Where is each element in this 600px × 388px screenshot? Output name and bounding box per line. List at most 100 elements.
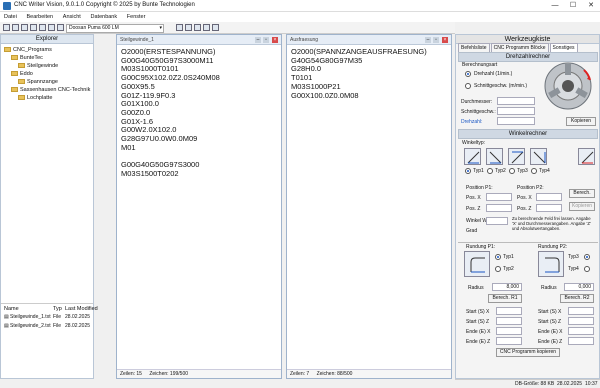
schnitt-label: Schnittgeschw.: <box>461 109 496 115</box>
editor-titlebar[interactable]: Steilgewinde_1 – ▫ × <box>117 35 281 45</box>
typ1-label: Typ1 <box>473 168 484 174</box>
file-icon: ▤ <box>4 314 9 320</box>
p1-startx-input[interactable] <box>496 307 522 315</box>
minimize-icon[interactable]: – <box>255 37 261 43</box>
p1-posx-label: Pos. X <box>466 195 481 201</box>
p1-posx-input[interactable] <box>486 193 512 201</box>
durchmesser-input[interactable] <box>497 97 535 105</box>
close-all-icon[interactable] <box>212 24 219 31</box>
editor-titlebar[interactable]: Ausfraesung – ▫ × <box>287 35 451 45</box>
p2-startx-label: Start (S) X <box>538 309 562 315</box>
maximize-icon[interactable]: ▫ <box>433 37 439 43</box>
p1-endez-input[interactable] <box>496 337 522 345</box>
menu-datenbank[interactable]: Datenbank <box>91 12 118 22</box>
editor-statusbar: Zeilen: 15 Zeichen: 199/500 <box>117 369 281 378</box>
calc-r2-button[interactable]: Berech. R2 <box>560 294 594 303</box>
angle-type2-icon[interactable] <box>486 148 503 165</box>
code-text[interactable]: O2000(SPANNZANGEAUSFRAESUNG) G40G54G80G9… <box>291 47 427 100</box>
file-modified: 28.02.2025 <box>65 323 91 329</box>
copy-program-button[interactable]: CNC Programm kopieren <box>496 348 560 357</box>
drehzahl-input[interactable] <box>497 117 535 125</box>
save-icon[interactable] <box>21 24 28 31</box>
db-size: DB-Größe: 88 KB <box>515 381 555 387</box>
radio-schnittgeschw[interactable] <box>465 83 471 89</box>
p1-endex-input[interactable] <box>496 327 522 335</box>
radio-rundung-typ4[interactable] <box>584 266 590 272</box>
files-header-type: Typ <box>53 306 62 312</box>
machine-select[interactable]: Doosan Puma 600 LM ▾ <box>66 23 164 33</box>
tree-item[interactable]: Lochplatte <box>18 95 52 101</box>
minimize-button[interactable]: — <box>546 0 564 12</box>
file-row[interactable]: ▤ Steilgewinde_2.txt File 28.02.2025 <box>2 322 93 330</box>
new-file-icon[interactable] <box>3 24 10 31</box>
menu-bearbeiten[interactable]: Bearbeiten <box>27 12 54 22</box>
tree-item[interactable]: Sassenhausen CNC-Technik <box>11 87 90 93</box>
folder-icon <box>18 63 25 68</box>
maximize-icon[interactable]: ▫ <box>263 37 269 43</box>
tree-item[interactable]: BunteTec <box>11 55 43 61</box>
calc-r1-button[interactable]: Berech. R1 <box>488 294 522 303</box>
radius-input-2[interactable]: 0,000 <box>564 283 594 291</box>
angle-type1-icon[interactable] <box>464 148 481 165</box>
p2-startz-input[interactable] <box>568 317 594 325</box>
search-icon[interactable] <box>48 24 55 31</box>
file-row[interactable]: ▤ Steilgewinde_1.txt File 28.02.2025 <box>2 313 93 321</box>
schnitt-input[interactable] <box>497 107 535 115</box>
tab-befehlsliste[interactable]: Befehlsliste <box>458 43 490 52</box>
p2-posz-input[interactable] <box>536 204 562 212</box>
menu-fenster[interactable]: Fenster <box>127 12 146 22</box>
radius-input-1[interactable]: 8,000 <box>492 283 522 291</box>
code-text[interactable]: O2000(ERSTESPANNUNG) G00G40G50G97S3000M1… <box>121 47 220 179</box>
editor-window-2[interactable]: Ausfraesung – ▫ × O2000(SPANNZANGEAUSFRA… <box>286 34 452 379</box>
radio-typ1[interactable] <box>465 168 471 174</box>
radio-rundung-typ2[interactable] <box>495 266 501 272</box>
p2-endex-input[interactable] <box>568 327 594 335</box>
radio-typ3[interactable] <box>509 168 515 174</box>
print-icon[interactable] <box>39 24 46 31</box>
window-horizontal-icon[interactable] <box>203 24 210 31</box>
close-icon[interactable]: × <box>272 37 278 43</box>
radio-rundung-typ3[interactable] <box>584 254 590 260</box>
open-folder-icon[interactable] <box>12 24 19 31</box>
minimize-icon[interactable]: – <box>425 37 431 43</box>
p1-startz-input[interactable] <box>496 317 522 325</box>
p2-endez-label: Ende (E) Z <box>538 339 563 345</box>
winkelw-input[interactable] <box>486 217 508 225</box>
editor-window-1[interactable]: Steilgewinde_1 – ▫ × O2000(ERSTESPANNUNG… <box>116 34 282 379</box>
radio-rundung-typ1[interactable] <box>495 254 501 260</box>
drehzahl-copy-button[interactable]: Kopieren <box>566 117 596 126</box>
rundung-p1-label: Rundung P1: <box>466 244 496 250</box>
tab-sonstiges[interactable]: Sonstiges <box>549 43 578 52</box>
window-cascade-icon[interactable] <box>176 24 183 31</box>
char-count: Zeichen: 199/500 <box>149 371 188 377</box>
angle-type3-icon[interactable] <box>508 148 525 165</box>
rundung-p2-label: Rundung P2: <box>538 244 568 250</box>
save-all-icon[interactable] <box>30 24 37 31</box>
p1-posz-input[interactable] <box>486 204 512 212</box>
winkel-calc-button[interactable]: Berech. <box>569 189 595 198</box>
menu-datei[interactable]: Datei <box>4 12 17 22</box>
window-vertical-icon[interactable] <box>194 24 201 31</box>
machine-icon[interactable] <box>57 24 64 31</box>
radio-drehzahl[interactable] <box>465 71 471 77</box>
winkel-copy-button[interactable]: Kopieren <box>569 202 595 211</box>
maximize-button[interactable]: ☐ <box>564 0 582 12</box>
file-modified: 28.02.2025 <box>65 314 91 320</box>
menu-ansicht[interactable]: Ansicht <box>63 12 81 22</box>
tree-item[interactable]: Eddo <box>11 71 33 77</box>
close-icon[interactable]: × <box>442 37 448 43</box>
radio-typ2[interactable] <box>487 168 493 174</box>
close-button[interactable]: ✕ <box>582 0 600 12</box>
berechnungsart-label: Berechnungsart <box>462 62 498 68</box>
tree-item[interactable]: Steilgewinde <box>18 63 58 69</box>
window-tile-icon[interactable] <box>185 24 192 31</box>
tree-item[interactable]: Spannzange <box>18 79 58 85</box>
tree-item[interactable]: CNC_Programs <box>4 47 52 53</box>
p2-posx-input[interactable] <box>536 193 562 201</box>
p2-endez-input[interactable] <box>568 337 594 345</box>
p2-startx-input[interactable] <box>568 307 594 315</box>
tab-cnc-blocks[interactable]: CNC Programm Blöcke <box>490 43 549 52</box>
winkel-header: Winkelrechner <box>458 129 598 139</box>
angle-type4-icon[interactable] <box>530 148 547 165</box>
radio-typ4[interactable] <box>531 168 537 174</box>
